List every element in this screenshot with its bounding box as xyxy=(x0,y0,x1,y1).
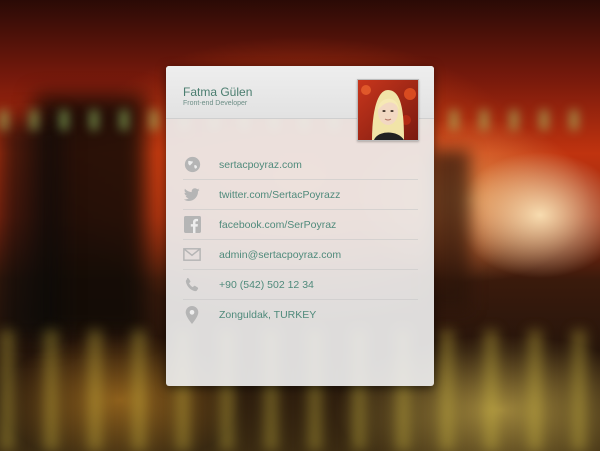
contact-twitter[interactable]: twitter.com/SertacPoyrazz xyxy=(183,180,418,210)
contact-website[interactable]: sertacpoyraz.com xyxy=(183,150,418,180)
contact-twitter-text[interactable]: twitter.com/SertacPoyrazz xyxy=(219,189,340,201)
twitter-icon xyxy=(183,186,201,204)
profile-card: Fatma Gülen Front-end Developer sertacpo… xyxy=(166,66,434,386)
contact-email[interactable]: admin@sertacpoyraz.com xyxy=(183,240,418,270)
card-header: Fatma Gülen Front-end Developer xyxy=(166,66,434,141)
background-building xyxy=(430,150,470,310)
contact-phone-text[interactable]: +90 (542) 502 12 34 xyxy=(219,279,314,291)
profile-role: Front-end Developer xyxy=(183,100,248,107)
facebook-icon xyxy=(183,216,201,234)
globe-icon xyxy=(183,156,201,174)
contact-facebook-text[interactable]: facebook.com/SerPoyraz xyxy=(219,219,336,231)
background-bridge-tower-left xyxy=(0,120,60,340)
contact-location[interactable]: Zonguldak, TURKEY xyxy=(183,300,418,329)
contact-location-text: Zonguldak, TURKEY xyxy=(219,308,317,321)
phone-icon xyxy=(183,276,201,294)
contact-email-text[interactable]: admin@sertacpoyraz.com xyxy=(219,249,341,261)
avatar-photo xyxy=(358,80,418,140)
mail-icon xyxy=(183,246,201,264)
location-pin-icon xyxy=(183,305,201,324)
profile-name: Fatma Gülen xyxy=(183,85,253,99)
contact-facebook[interactable]: facebook.com/SerPoyraz xyxy=(183,210,418,240)
avatar[interactable] xyxy=(357,79,419,141)
contact-website-text[interactable]: sertacpoyraz.com xyxy=(219,159,302,171)
contact-list: sertacpoyraz.com twitter.com/SertacPoyra… xyxy=(166,150,434,329)
contact-phone[interactable]: +90 (542) 502 12 34 xyxy=(183,270,418,300)
